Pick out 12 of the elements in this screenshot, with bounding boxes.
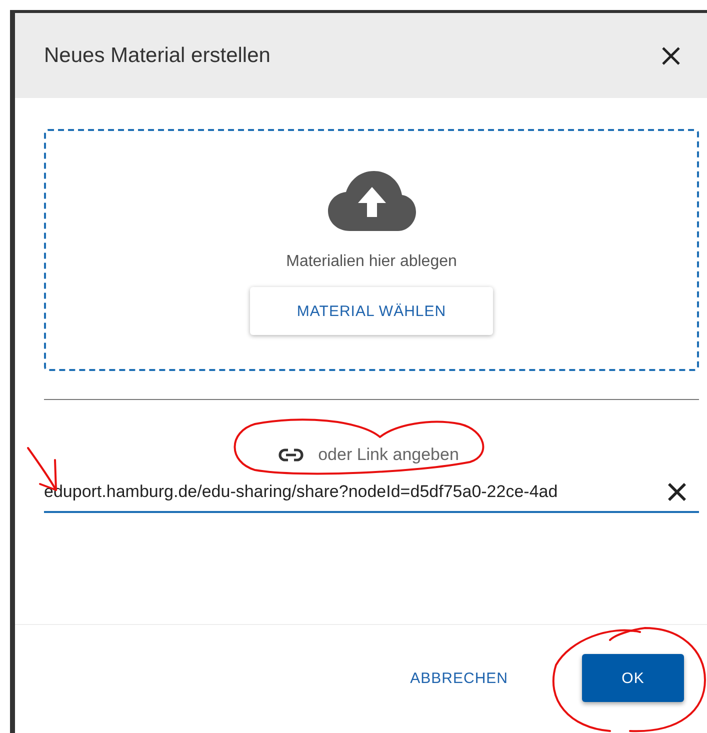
- choose-material-button[interactable]: MATERIAL WÄHLEN: [250, 287, 493, 335]
- drop-hint: Materialien hier ablegen: [286, 253, 457, 271]
- dialog-title: Neues Material erstellen: [44, 44, 270, 68]
- link-input-field[interactable]: eduport.hamburg.de/edu-sharing/share?nodeId=d5df75a0-22ce-4ad: [44, 473, 699, 513]
- ok-button[interactable]: OK: [582, 654, 684, 702]
- cancel-button[interactable]: ABBRECHEN: [394, 654, 524, 702]
- drop-zone[interactable]: Materialien hier ablegen MATERIAL WÄHLEN: [44, 129, 699, 371]
- link-icon: [278, 448, 304, 462]
- close-icon[interactable]: [661, 46, 681, 66]
- link-label: oder Link angeben: [318, 445, 459, 465]
- clear-icon[interactable]: [667, 482, 687, 502]
- cloud-upload-icon: [328, 171, 416, 231]
